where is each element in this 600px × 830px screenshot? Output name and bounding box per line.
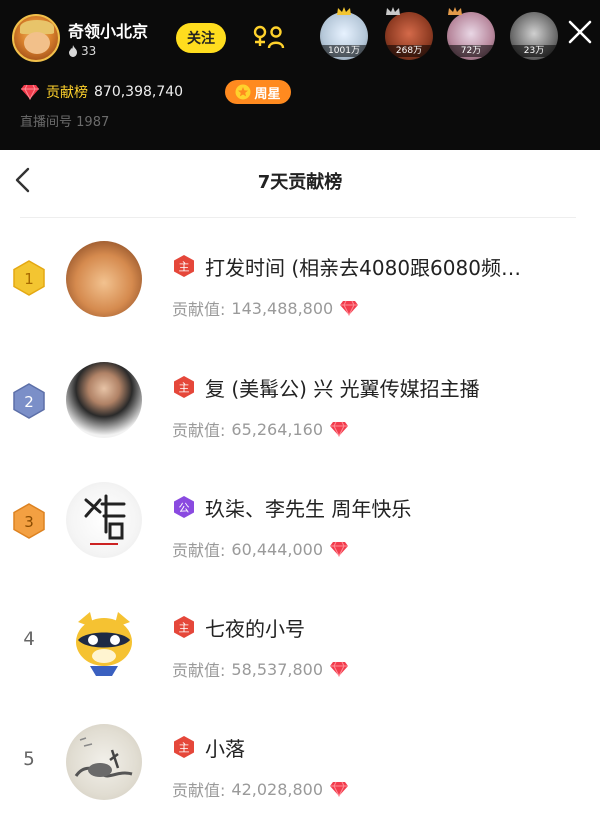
user-avatar[interactable] <box>66 604 142 680</box>
rank-badge-icon: 3 <box>13 503 45 539</box>
crown-icon <box>448 7 462 15</box>
room-number-row: 直播间号 1987 <box>20 111 109 130</box>
gem-icon <box>330 781 349 797</box>
crown-icon <box>337 7 351 15</box>
divider <box>20 217 576 218</box>
host-avatar[interactable] <box>12 14 60 62</box>
value-prefix: 贡献值: <box>172 661 226 680</box>
rank-number: 3 <box>24 513 34 531</box>
follow-button[interactable]: 关注 <box>176 23 226 53</box>
level-badge-icon: 主 <box>174 376 194 398</box>
value-prefix: 贡献值: <box>172 421 226 440</box>
user-avatar[interactable] <box>66 482 142 558</box>
week-star-button[interactable]: 周星 <box>225 80 291 104</box>
level-badge-icon: 主 <box>174 736 194 758</box>
host-fans: 33 <box>68 44 96 58</box>
viewer-label-4: 23万 <box>510 45 558 57</box>
leaderboard-row[interactable]: 5 主 小落 贡献值: 42,028,800 <box>0 710 600 830</box>
value-prefix: 贡献值: <box>172 781 226 800</box>
contribution-leaderboard: 7天贡献榜 1 主 打发时间 (相亲去4080跟6080频… 贡献值: 143,… <box>0 150 600 829</box>
level-badge-text: 主 <box>179 261 190 274</box>
room-number: 1987 <box>76 115 110 130</box>
contribution-value: 贡献值: 65,264,160 <box>172 417 349 441</box>
user-name: 玖柒、李先生 周年快乐 <box>205 497 412 521</box>
contribution-total: 870,398,740 <box>94 84 184 100</box>
link-mic-icon[interactable] <box>250 24 286 52</box>
viewer-label-2: 268万 <box>385 45 433 57</box>
week-star-label: 周星 <box>254 86 281 102</box>
contribution-summary[interactable]: 贡献榜 870,398,740 <box>20 82 183 102</box>
gem-icon <box>330 541 349 557</box>
crown-icon <box>386 7 400 15</box>
viewer-avatar-3[interactable]: 72万 <box>447 12 495 60</box>
value-number: 60,444,000 <box>231 539 324 559</box>
gem-icon <box>340 300 359 316</box>
value-prefix: 贡献值: <box>172 300 226 319</box>
value-number: 58,537,800 <box>231 659 324 679</box>
user-name: 七夜的小号 <box>205 617 305 641</box>
user-avatar[interactable] <box>66 241 142 317</box>
rank-badge-icon: 2 <box>13 383 45 419</box>
gem-icon <box>21 84 39 100</box>
level-badge-icon: 主 <box>174 616 194 638</box>
contribution-value: 贡献值: 42,028,800 <box>172 777 349 801</box>
user-avatar[interactable] <box>66 724 142 800</box>
level-badge-icon: 公 <box>174 496 194 518</box>
value-number: 65,264,160 <box>231 419 324 439</box>
user-name: 打发时间 (相亲去4080跟6080频… <box>205 256 521 280</box>
level-badge-icon: 主 <box>174 255 194 277</box>
gem-icon <box>330 421 349 437</box>
contribution-label: 贡献榜 <box>46 85 88 101</box>
viewer-label-1: 1001万 <box>320 45 368 57</box>
rank-number: 2 <box>24 393 34 411</box>
level-badge-text: 主 <box>179 382 190 395</box>
room-label: 直播间号 <box>20 115 73 130</box>
host-name[interactable]: 奇领小北京 <box>68 18 148 42</box>
level-badge-text: 主 <box>179 622 190 635</box>
value-number: 42,028,800 <box>231 779 324 799</box>
user-name: 小落 <box>205 737 245 761</box>
live-room-header: 奇领小北京 33 关注 1001万 268万 72万 23万 贡献榜 870,3… <box>0 0 600 150</box>
user-avatar[interactable] <box>66 362 142 438</box>
viewer-avatar-1[interactable]: 1001万 <box>320 12 368 60</box>
viewer-avatar-4[interactable]: 23万 <box>510 12 558 60</box>
value-prefix: 贡献值: <box>172 541 226 560</box>
close-icon[interactable] <box>566 18 594 46</box>
leaderboard-row[interactable]: 3 公 玖柒、李先生 周年快乐 贡献值: 60,444,000 <box>0 470 600 590</box>
leaderboard-row[interactable]: 1 主 打发时间 (相亲去4080跟6080频… 贡献值: 143,488,80… <box>0 230 600 350</box>
rank-number: 5 <box>23 748 35 770</box>
ink-painting-avatar-art <box>74 737 133 778</box>
calligraphy-avatar-art <box>84 494 126 545</box>
viewer-avatar-2[interactable]: 268万 <box>385 12 433 60</box>
rank-badge-icon: 1 <box>13 260 45 296</box>
rank-number: 4 <box>23 628 35 650</box>
leaderboard-row[interactable]: 4 主 七夜的小号 贡献值: 58,537,800 <box>0 590 600 710</box>
fire-icon <box>69 45 77 57</box>
gem-icon <box>330 661 349 677</box>
level-badge-text: 公 <box>179 502 190 515</box>
user-name: 复 (美髯公) 兴 光翼传媒招主播 <box>205 377 480 401</box>
leaderboard-row[interactable]: 2 主 复 (美髯公) 兴 光翼传媒招主播 贡献值: 65,264,160 <box>0 350 600 470</box>
level-badge-text: 主 <box>179 742 190 755</box>
rank-number: 1 <box>24 270 34 288</box>
page-title: 7天贡献榜 <box>257 172 343 193</box>
viewer-label-3: 72万 <box>447 45 495 57</box>
contribution-value: 贡献值: 58,537,800 <box>172 657 349 681</box>
contribution-value: 贡献值: 143,488,800 <box>172 296 359 320</box>
star-icon <box>235 84 251 100</box>
host-fans-count: 33 <box>81 44 97 58</box>
value-number: 143,488,800 <box>231 298 334 318</box>
contribution-value: 贡献值: 60,444,000 <box>172 537 349 561</box>
raccoon-mascot-art <box>76 612 132 676</box>
